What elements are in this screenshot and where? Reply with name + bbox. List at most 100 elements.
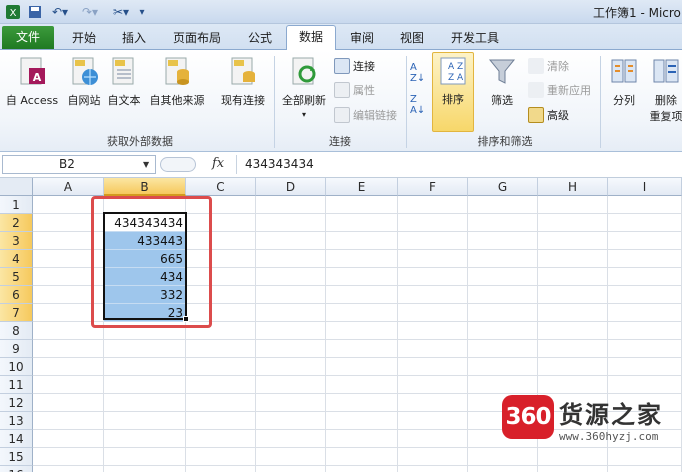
name-box-dropdown-icon[interactable]: ▼ [143,160,149,169]
customize-quick-access-icon[interactable]: ▾ [136,3,148,21]
sort-button[interactable]: AZZA 排序 [432,52,474,132]
row-header-5[interactable]: 5 [0,268,33,286]
watermark: 360 货源之家 www.360hyzj.com [497,392,682,452]
tab-formulas[interactable]: 公式 [238,27,282,49]
from-text-button[interactable]: 自文本 [104,54,144,108]
row-header-15[interactable]: 15 [0,448,33,466]
connections-button[interactable]: 连接 [334,56,375,76]
connections-icon [334,58,350,74]
group-separator [274,56,275,148]
tab-developer[interactable]: 开发工具 [442,27,508,49]
formula-input[interactable]: 434343434 [236,155,682,174]
column-header-f[interactable]: F [398,178,468,196]
text-to-columns-label: 分列 [613,94,635,107]
row-header-10[interactable]: 10 [0,358,33,376]
window-title: 工作簿1 - Micro [593,6,681,20]
from-other-sources-button[interactable]: 自其他来源 [146,54,208,108]
advanced-filter-button[interactable]: 高级 [528,105,569,125]
svg-text:A: A [457,73,464,83]
insert-function-icon[interactable]: fx [212,156,224,171]
ribbon: A 自 Access 自网站 自文本 自其他来源 现有连接 获取外部数据 全部刷… [0,50,682,152]
formula-bar-resize-handle[interactable] [160,157,196,172]
refresh-all-dropdown-icon: ▾ [301,110,306,119]
clear-filter-button[interactable]: 清除 [528,56,569,76]
tab-page-layout[interactable]: 页面布局 [164,27,230,49]
other-sources-icon [162,56,192,88]
column-header-b[interactable]: B [104,178,186,196]
tab-review[interactable]: 审阅 [340,27,384,49]
row-header-14[interactable]: 14 [0,430,33,448]
save-icon[interactable] [26,3,44,21]
remove-duplicates-icon [651,56,681,88]
existing-connections-button[interactable]: 现有连接 [214,54,272,108]
from-text-label: 自文本 [107,94,141,107]
row-gridline [33,465,682,466]
name-box[interactable]: B2 [2,155,156,174]
web-icon [69,56,99,88]
row-header-8[interactable]: 8 [0,322,33,340]
row-header-13[interactable]: 13 [0,412,33,430]
column-header-g[interactable]: G [468,178,538,196]
excel-logo-icon: X [4,3,22,21]
sort-a-to-z-icon[interactable]: A Z↓ [410,62,425,84]
row-header-1[interactable]: 1 [0,196,33,214]
svg-text:Z: Z [448,73,454,83]
group-separator [600,56,601,148]
column-header-h[interactable]: H [538,178,608,196]
column-header-c[interactable]: C [186,178,256,196]
row-header-2[interactable]: 2 [0,214,33,232]
from-web-button[interactable]: 自网站 [64,54,104,108]
tab-data[interactable]: 数据 [286,25,336,51]
row-header-6[interactable]: 6 [0,286,33,304]
properties-button[interactable]: 属性 [334,80,375,100]
column-gridline [397,196,398,472]
column-header-d[interactable]: D [256,178,326,196]
row-header-11[interactable]: 11 [0,376,33,394]
filter-funnel-icon [487,56,517,88]
group-separator [406,56,407,148]
column-header-a[interactable]: A [33,178,104,196]
column-header-e[interactable]: E [326,178,398,196]
row-header-16[interactable]: 16 [0,466,33,472]
connections-label: 连接 [353,60,375,73]
reapply-button[interactable]: 重新应用 [528,80,591,100]
row-header-4[interactable]: 4 [0,250,33,268]
edit-links-button[interactable]: 编辑链接 [334,105,397,125]
tab-view[interactable]: 视图 [390,27,434,49]
remove-duplicates-label-1: 删除 [655,94,677,107]
tab-file[interactable]: 文件 [2,26,54,49]
refresh-all-button[interactable]: 全部刷新 ▾ [278,54,330,119]
from-other-sources-label: 自其他来源 [149,94,205,107]
select-all-corner[interactable] [0,178,33,196]
sort-z-to-a-icon[interactable]: Z A↓ [410,94,425,116]
row-header-9[interactable]: 9 [0,340,33,358]
svg-text:A: A [33,71,42,84]
from-access-label: 自 Access [5,94,59,107]
row-gridline [33,339,682,340]
tools-icon[interactable]: ✂▾ [108,3,134,21]
redo-icon[interactable]: ↷▾ [78,3,102,21]
tab-home[interactable]: 开始 [62,27,106,49]
advanced-filter-label: 高级 [547,109,569,122]
reapply-icon [528,82,544,98]
group-label-external-data: 获取外部数据 [107,135,173,148]
undo-icon[interactable]: ↶▾ [48,3,72,21]
tab-insert[interactable]: 插入 [112,27,156,49]
access-icon: A [17,56,47,88]
column-gridline [467,196,468,472]
remove-duplicates-button[interactable]: 删除 重复项 [646,54,682,124]
row-header-7[interactable]: 7 [0,304,33,322]
text-to-columns-icon [609,56,639,88]
title-bar: X ↶▾ ↷▾ ✂▾ ▾ 工作簿1 - Micro [0,0,682,24]
column-header-i[interactable]: I [608,178,682,196]
formula-bar: B2 ▼ fx 434343434 [0,152,682,178]
text-to-columns-button[interactable]: 分列 [604,54,644,108]
from-access-button[interactable]: A 自 Access [2,54,62,108]
svg-text:Z: Z [457,62,463,72]
filter-button[interactable]: 筛选 [480,54,524,108]
row-header-3[interactable]: 3 [0,232,33,250]
row-header-12[interactable]: 12 [0,394,33,412]
watermark-url: www.360hyzj.com [559,430,659,443]
advanced-filter-icon [528,107,544,123]
watermark-name: 货源之家 [559,401,663,429]
